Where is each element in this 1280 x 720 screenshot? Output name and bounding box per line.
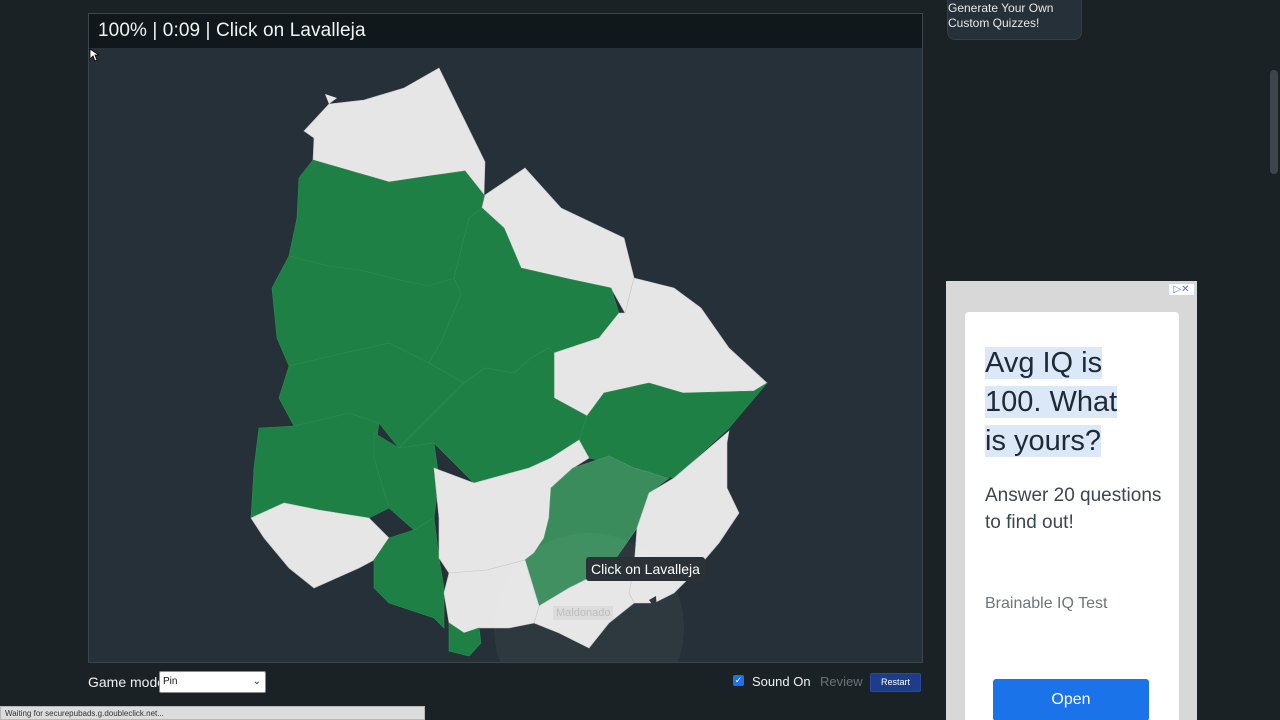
ad-subtext: Answer 20 questions to find out!: [985, 485, 1162, 533]
restart-button[interactable]: Restart: [870, 673, 921, 692]
ad-open-button[interactable]: Open: [993, 679, 1149, 720]
chevron-down-icon: ⌄: [252, 676, 261, 687]
department-artigas-tip[interactable]: [325, 94, 337, 104]
ad-choices-close-icon[interactable]: ▷✕: [1168, 283, 1195, 296]
sound-checkbox[interactable]: ✓: [733, 675, 744, 686]
ad-brand: Brainable IQ Test: [985, 595, 1108, 612]
scrollbar-thumb[interactable]: [1270, 70, 1278, 174]
uruguay-map[interactable]: Maldonado Click on Lavalleja: [89, 48, 922, 662]
browser-status-bar: Waiting for securepubads.g.doubleclick.n…: [0, 706, 425, 720]
custom-quiz-promo[interactable]: Generate Your Own Custom Quizzes!: [947, 0, 1082, 40]
ad-card[interactable]: Avg IQ is 100. What is yours? Answer 20 …: [965, 312, 1179, 720]
page-scrollbar[interactable]: [1268, 0, 1280, 720]
department-flores[interactable]: [373, 432, 440, 531]
ad-headline: Avg IQ is 100. What is yours?: [985, 344, 1160, 461]
advertisement[interactable]: ▷✕ Avg IQ is 100. What is yours? Answer …: [946, 281, 1197, 720]
department-soriano[interactable]: [250, 412, 390, 519]
sound-label[interactable]: Sound On: [752, 674, 811, 689]
cursor-tooltip: Click on Lavalleja: [586, 557, 705, 581]
quiz-panel: 100% | 0:09 | Click on Lavalleja Maldona…: [88, 13, 923, 663]
game-mode-value: Pin: [163, 676, 178, 687]
game-mode-label: Game mode:: [88, 674, 169, 690]
map-svg[interactable]: [89, 48, 922, 662]
mouse-cursor-icon: [89, 48, 99, 62]
game-controls: Game mode: Pin ⌄ ✓ Sound On Review Resta…: [88, 671, 923, 695]
game-mode-select[interactable]: Pin ⌄: [159, 671, 266, 693]
ad-headline-line-3: is yours?: [985, 425, 1102, 457]
promo-line-1: Generate Your Own: [948, 1, 1054, 15]
quiz-status-header: 100% | 0:09 | Click on Lavalleja: [89, 14, 922, 48]
ad-headline-line-2: 100. What: [985, 386, 1118, 418]
promo-line-2: Custom Quizzes!: [948, 16, 1040, 30]
ad-headline-line-1: Avg IQ is: [985, 347, 1103, 379]
top-strip: [0, 0, 930, 12]
review-button[interactable]: Review: [820, 674, 863, 689]
faint-department-label: Maldonado: [553, 606, 614, 620]
